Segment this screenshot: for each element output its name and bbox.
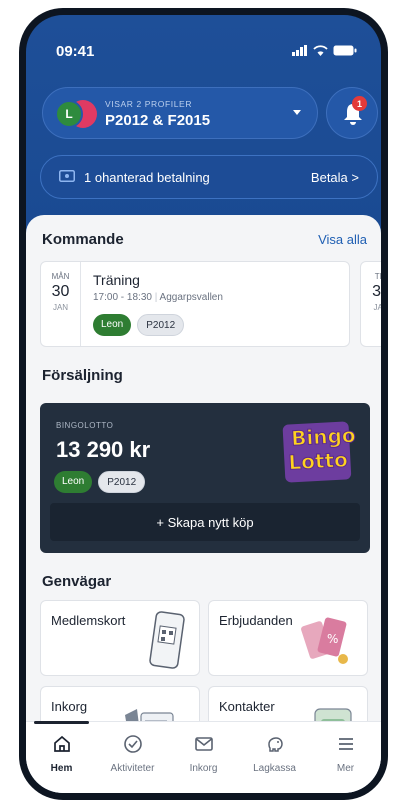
event-title: Träning: [93, 272, 140, 288]
nav-activities[interactable]: Aktiviteter: [97, 722, 168, 793]
notification-badge: 1: [352, 96, 367, 111]
create-purchase-button[interactable]: + Skapa nytt köp: [50, 503, 360, 541]
content-sheet: Kommande Visa alla MÅN 30 JAN Träning 17…: [26, 215, 381, 793]
payment-icon: [59, 170, 75, 182]
sales-amount: 13 290 kr: [56, 437, 151, 462]
avatar: L: [55, 100, 83, 128]
shortcut-offers[interactable]: Erbjudanden %: [208, 600, 368, 676]
status-time: 09:41: [56, 43, 95, 60]
sales-chips: Leon P2012: [54, 471, 146, 493]
nav-more[interactable]: Mer: [310, 722, 381, 793]
bottom-navigation: Hem Aktiviteter Inkorg Lagkassa Mer: [26, 721, 381, 793]
check-circle-icon: [123, 735, 142, 753]
event-weekday: MÅN: [51, 272, 70, 281]
battery-icon: [333, 45, 357, 56]
menu-icon: [338, 738, 353, 750]
shortcut-label: Kontakter: [219, 699, 275, 714]
nav-label: Hem: [50, 763, 73, 774]
shortcut-label: Medlemskort: [51, 613, 126, 628]
phone-frame: 09:41 L VISAR 2 PROFILER P2012 & F2015 1: [19, 8, 388, 800]
logo-line2: Lotto: [287, 447, 349, 475]
chip-person: Leon: [54, 471, 93, 493]
upcoming-title: Kommande: [42, 231, 124, 248]
system-icons: [292, 45, 357, 56]
event-date: MÅN 30 JAN: [41, 262, 81, 346]
app-screen: 09:41 L VISAR 2 PROFILER P2012 & F2015 1: [26, 15, 381, 793]
profile-caption: VISAR 2 PROFILER: [105, 99, 193, 109]
sales-label: BINGOLOTTO: [56, 421, 114, 430]
event-weekday: TIS: [374, 272, 381, 281]
nav-label: Aktiviteter: [110, 763, 155, 774]
wifi-icon: [313, 45, 328, 56]
shortcut-label: Erbjudanden: [219, 613, 293, 628]
sales-card[interactable]: BINGOLOTTO 13 290 kr Leon P2012 Bingo Lo…: [40, 403, 370, 553]
event-day: 30: [51, 283, 70, 300]
event-chips: Leon P2012: [93, 314, 185, 336]
sales-title: Försäljning: [42, 367, 123, 384]
event-month: JAN: [373, 303, 381, 312]
piggy-bank-icon: [267, 737, 283, 752]
chip-person: Leon: [93, 314, 132, 336]
status-bar: 09:41: [50, 43, 357, 63]
membership-card-icon: [149, 611, 185, 669]
offers-icon: %: [301, 617, 348, 664]
shortcut-membership-card[interactable]: Medlemskort: [40, 600, 200, 676]
nav-label: Mer: [336, 763, 355, 774]
event-month: JAN: [52, 303, 69, 312]
event-card[interactable]: MÅN 30 JAN Träning 17:00 - 18:30 | Aggar…: [40, 261, 350, 347]
logo-line1: Bingo: [290, 422, 357, 451]
event-meta: 17:00 - 18:30 | Aggarpsvallen: [93, 292, 223, 303]
nav-label: Lagkassa: [253, 763, 296, 774]
signal-icon: [292, 45, 307, 56]
svg-text:%: %: [327, 632, 338, 646]
chevron-down-icon: [293, 110, 301, 115]
event-day: 31: [372, 283, 381, 300]
nav-team-fund[interactable]: Lagkassa: [239, 722, 310, 793]
payment-banner[interactable]: 1 ohanterad betalning Betala >: [40, 155, 378, 199]
profile-selector[interactable]: L VISAR 2 PROFILER P2012 & F2015: [42, 87, 318, 139]
event-card[interactable]: TIS 31 JAN: [360, 261, 381, 347]
nav-label: Inkorg: [189, 763, 218, 774]
shortcuts-title: Genvägar: [42, 573, 112, 590]
nav-home[interactable]: Hem: [26, 721, 97, 793]
notifications-button[interactable]: 1: [326, 87, 378, 139]
event-date: TIS 31 JAN: [361, 262, 381, 346]
nav-inbox[interactable]: Inkorg: [168, 722, 239, 793]
chip-team: P2012: [98, 471, 146, 493]
event-time: 17:00 - 18:30: [93, 292, 152, 303]
event-place: Aggarpsvallen: [159, 292, 223, 303]
bingolotto-logo: Bingo Lotto: [282, 421, 357, 484]
chip-team: P2012: [137, 314, 185, 336]
mail-icon: [194, 737, 213, 751]
profile-names: P2012 & F2015: [105, 112, 211, 129]
home-icon: [53, 735, 70, 752]
pay-button[interactable]: Betala >: [311, 170, 359, 185]
payment-text: 1 ohanterad betalning: [84, 170, 210, 185]
shortcut-label: Inkorg: [51, 699, 88, 714]
profile-avatars: L: [55, 100, 103, 128]
see-all-link[interactable]: Visa alla: [318, 232, 367, 247]
